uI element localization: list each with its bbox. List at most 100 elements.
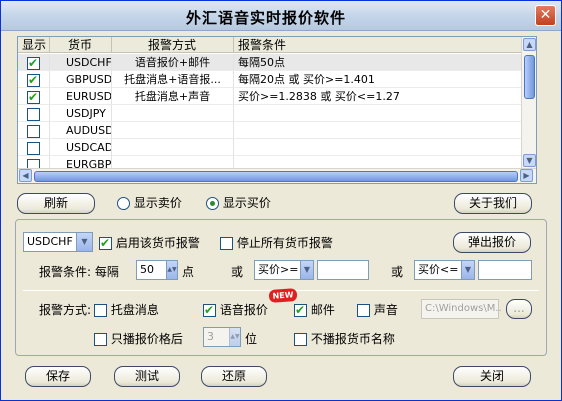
show-sell-radio[interactable] — [117, 197, 130, 210]
show-sell-radio-group[interactable]: 显示卖价 — [117, 195, 182, 211]
table-row[interactable]: USDCAD — [18, 139, 523, 156]
only-broadcast-checkbox[interactable] — [94, 333, 107, 346]
show-buy-radio-group[interactable]: 显示买价 — [206, 195, 271, 211]
condition-price-input-2[interactable] — [478, 260, 532, 280]
window-title: 外汇语音实时报价软件 — [185, 9, 346, 27]
row-show-checkbox[interactable] — [27, 55, 40, 70]
or-label-2: 或 — [391, 265, 404, 279]
stop-all-alarm-checkbox[interactable] — [220, 237, 233, 250]
row-show-checkbox[interactable] — [27, 107, 40, 121]
row-currency: EURUSD — [50, 88, 112, 105]
row-show-checkbox[interactable] — [27, 141, 40, 155]
browse-sound-button[interactable]: ... — [506, 299, 532, 319]
condition-operator-select-2[interactable]: 买价<= ▼ — [414, 260, 475, 280]
interval-value: 50 — [140, 263, 154, 276]
row-condition: 买价>=1.2838 或 买价<=1.27 — [234, 88, 523, 105]
condition-price-input-1[interactable] — [317, 260, 369, 280]
scroll-left-arrow-icon[interactable]: ◀ — [19, 169, 32, 182]
close-window-button[interactable]: ✕ — [535, 5, 556, 26]
table-row[interactable]: USDJPY — [18, 105, 523, 122]
column-header-alarm-condition[interactable]: 报警条件 — [234, 37, 523, 53]
main-window: 外汇语音实时报价软件 ✕ 显示 货币 报警方式 报警条件 USDCHF 语音报价… — [0, 0, 562, 401]
condition-operator-select-1[interactable]: 买价>= ▼ — [254, 260, 314, 280]
sound-file-path-input[interactable]: C:\Windows\M.. — [421, 299, 502, 319]
row-show-checkbox[interactable] — [27, 124, 40, 138]
table-row[interactable]: GBPUSD 托盘消息+语音报... 每隔20点 或 买价>=1.401 — [18, 71, 523, 88]
row-show-checkbox[interactable] — [27, 89, 40, 104]
only-broadcast-checkbox-group[interactable]: 只播报价格后 — [94, 331, 183, 347]
scroll-down-arrow-icon[interactable]: ▼ — [523, 154, 536, 167]
column-header-alarm-method[interactable]: 报警方式 — [112, 37, 234, 53]
tray-checkbox-group[interactable]: 托盘消息 — [94, 302, 159, 318]
row-currency: GBPUSD — [50, 71, 112, 88]
interval-spinner[interactable]: 50 ▲▼ — [136, 260, 178, 280]
voice-quote-label: 语音报价 — [219, 303, 268, 317]
points-unit-label: 点 — [182, 265, 195, 279]
voice-checkbox-group[interactable]: 语音报价 — [203, 302, 268, 318]
popup-quote-button[interactable]: 弹出报价 — [453, 232, 531, 253]
enable-alarm-checkbox[interactable] — [99, 235, 112, 251]
mail-checkbox[interactable] — [294, 302, 307, 318]
no-currency-name-checkbox-group[interactable]: 不播报货币名称 — [294, 331, 395, 347]
digit-unit-label: 位 — [245, 332, 258, 346]
currency-select-value: USDCHF — [27, 235, 73, 248]
row-currency: USDCHF — [50, 54, 112, 71]
sound-label: 声音 — [373, 303, 398, 317]
row-currency: USDJPY — [50, 105, 112, 122]
method-label: 报警方式: — [39, 303, 92, 317]
about-us-button[interactable]: 关于我们 — [454, 193, 532, 214]
only-broadcast-label: 只播报价格后 — [110, 332, 183, 346]
table-header: 显示 货币 报警方式 报警条件 — [18, 37, 523, 53]
table-row[interactable]: EURUSD 托盘消息+声音 买价>=1.2838 或 买价<=1.27 — [18, 88, 523, 105]
table-row[interactable]: AUDUSD — [18, 122, 523, 139]
voice-quote-checkbox[interactable] — [203, 302, 216, 318]
vertical-scroll-thumb[interactable] — [524, 55, 535, 99]
sound-checkbox-group[interactable]: 声音 — [357, 302, 398, 318]
condition-operator-value-2: 买价<= — [418, 263, 459, 276]
row-show-checkbox[interactable] — [27, 72, 40, 87]
row-currency: USDCAD — [50, 139, 112, 156]
currency-table: 显示 货币 报警方式 报警条件 USDCHF 语音报价+邮件 每隔50点 GBP… — [17, 36, 537, 184]
column-header-show[interactable]: 显示 — [18, 37, 50, 53]
spinner-arrows-icon[interactable]: ▲▼ — [166, 261, 177, 279]
stop-all-alarm-checkbox-group[interactable]: 停止所有货币报警 — [220, 235, 333, 251]
scroll-right-arrow-icon[interactable]: ▶ — [520, 169, 533, 182]
row-condition: 每隔20点 或 买价>=1.401 — [234, 71, 523, 88]
test-button[interactable]: 测试 — [114, 366, 180, 387]
scroll-up-arrow-icon[interactable]: ▲ — [523, 38, 536, 51]
dropdown-arrow-icon[interactable]: ▼ — [461, 261, 474, 279]
row-method: 托盘消息+语音报... — [112, 71, 234, 88]
mail-label: 邮件 — [310, 303, 335, 317]
currency-select[interactable]: USDCHF ▼ — [23, 232, 93, 252]
stop-all-alarm-label: 停止所有货币报警 — [236, 236, 333, 250]
or-label-1: 或 — [231, 265, 244, 279]
row-condition: 每隔50点 — [234, 54, 523, 71]
title-bar[interactable]: 外汇语音实时报价软件 ✕ — [1, 1, 561, 31]
show-buy-radio[interactable] — [206, 197, 219, 210]
show-sell-label: 显示卖价 — [133, 196, 182, 210]
spinner-arrows-icon[interactable]: ▲▼ — [229, 328, 240, 346]
horizontal-scroll-thumb[interactable] — [34, 171, 518, 182]
row-method — [112, 139, 234, 156]
no-currency-name-label: 不播报货币名称 — [310, 332, 395, 346]
column-header-currency[interactable]: 货币 — [50, 37, 112, 53]
refresh-button[interactable]: 刷新 — [17, 193, 95, 214]
row-method — [112, 105, 234, 122]
save-button[interactable]: 保存 — [25, 366, 91, 387]
table-vertical-scrollbar[interactable]: ▲ ▼ — [521, 37, 536, 169]
sound-checkbox[interactable] — [357, 304, 370, 317]
condition-label: 报警条件: 每隔 — [39, 265, 119, 279]
tray-message-checkbox[interactable] — [94, 304, 107, 317]
dropdown-arrow-icon[interactable]: ▼ — [300, 261, 313, 279]
close-button[interactable]: 关闭 — [453, 366, 531, 387]
dropdown-arrow-icon[interactable]: ▼ — [76, 233, 92, 251]
digits-spinner[interactable]: 3 ▲▼ — [203, 327, 241, 347]
mail-checkbox-group[interactable]: 邮件 — [294, 302, 335, 318]
row-condition — [234, 139, 523, 156]
row-method — [112, 122, 234, 139]
enable-alarm-checkbox-group[interactable]: 启用该货币报警 — [99, 235, 200, 251]
no-currency-name-checkbox[interactable] — [294, 333, 307, 346]
table-row[interactable]: USDCHF 语音报价+邮件 每隔50点 — [18, 54, 523, 71]
table-horizontal-scrollbar[interactable]: ◀ ▶ — [18, 168, 536, 183]
restore-button[interactable]: 还原 — [201, 366, 267, 387]
